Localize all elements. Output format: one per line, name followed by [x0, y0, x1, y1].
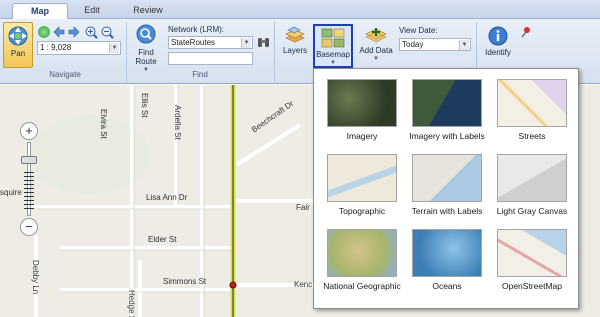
street-label: Elder St [148, 235, 177, 244]
basemap-label: Streets [518, 131, 546, 141]
network-select[interactable]: StateRoutes ▼ [168, 36, 253, 49]
pan-button[interactable]: Pan [3, 22, 33, 68]
zoom-slider-ticks [24, 172, 34, 210]
network-label: Network (LRM): [168, 25, 225, 34]
basemap-oceans[interactable]: Oceans [407, 229, 487, 291]
view-date-select[interactable]: Today ▼ [399, 38, 471, 51]
basemap-label: Topographic [338, 206, 386, 216]
navigate-group-label: Navigate [49, 70, 81, 79]
basemap-label: Light Gray Canvas [496, 206, 568, 216]
chevron-down-icon: ▼ [459, 40, 469, 50]
basemap-label: National Geographic [323, 281, 401, 291]
back-arrow-icon[interactable] [53, 26, 65, 38]
basemap-thumbnail [327, 154, 397, 202]
zoom-slider[interactable]: + − [20, 122, 44, 236]
basemap-thumbnail [327, 79, 397, 127]
add-data-icon [365, 28, 387, 43]
basemap-topographic[interactable]: Topographic [322, 154, 402, 216]
pan-label: Pan [10, 49, 26, 58]
basemap-thumbnail [412, 229, 482, 277]
basemap-label: OpenStreetMap [501, 281, 562, 291]
tab-review[interactable]: Review [126, 3, 170, 19]
basemap-national-geographic[interactable]: National Geographic [322, 229, 402, 291]
street-label: Simmons St [163, 277, 207, 286]
street-label: Fair [296, 203, 310, 212]
identify-button[interactable]: Identify [480, 26, 516, 66]
identify-label: Identify [485, 48, 511, 57]
basemap-thumbnail [497, 229, 567, 277]
layers-button[interactable]: Layers [280, 26, 310, 66]
basemap-streets[interactable]: Streets [492, 79, 572, 141]
info-icon [488, 26, 508, 46]
group-divider [126, 22, 127, 82]
basemap-grid-icon [321, 28, 345, 48]
street-label: Ellis St [140, 93, 149, 118]
basemap-terrain-with-labels[interactable]: Terrain with Labels [407, 154, 487, 216]
chevron-down-icon: ▼ [241, 38, 251, 48]
ribbon-tab-bar: Map Edit Review [0, 0, 600, 19]
street-label: Debby Ln [31, 260, 40, 295]
pushpin-icon[interactable] [520, 26, 532, 38]
chevron-down-icon: ▼ [109, 43, 119, 53]
basemap-imagery-with-labels[interactable]: Imagery with Labels [407, 79, 487, 141]
find-route-button[interactable]: Find Route ▼ [132, 24, 160, 73]
basemap-thumbnail [412, 79, 482, 127]
basemap-label: Terrain with Labels [411, 206, 483, 216]
basemap-thumbnail [497, 154, 567, 202]
search-icon [136, 24, 156, 44]
zoom-out-icon[interactable] [101, 26, 114, 39]
basemap-label: Imagery [346, 131, 378, 141]
layers-icon [285, 26, 305, 43]
find-group-label: Find [192, 70, 208, 79]
layers-label: Layers [282, 46, 307, 55]
view-date-label: View Date: [399, 26, 438, 35]
zoom-out-button[interactable]: − [20, 218, 38, 236]
add-data-button[interactable]: Add Data ▼ [358, 26, 394, 68]
basemap-button[interactable]: Basemap ▼ [313, 24, 353, 68]
basemap-thumbnail [412, 154, 482, 202]
group-divider [274, 22, 275, 82]
tab-edit[interactable]: Edit [72, 3, 112, 19]
find-route-label: Find Route [135, 48, 157, 66]
basemap-label: Imagery with Labels [409, 131, 485, 141]
scale-dropdown[interactable]: 1 : 9,028 ▼ [37, 41, 121, 55]
zoom-in-button[interactable]: + [20, 122, 38, 140]
binoculars-icon[interactable] [257, 36, 270, 48]
forward-arrow-icon[interactable] [68, 26, 80, 38]
street-label: Kenc [294, 280, 313, 289]
full-extent-globe-icon[interactable] [38, 26, 50, 38]
basemap-light-gray-canvas[interactable]: Light Gray Canvas [492, 154, 572, 216]
street-label: Ardella St [173, 105, 182, 140]
chevron-down-icon: ▼ [373, 56, 379, 62]
basemap-thumbnail [497, 79, 567, 127]
zoom-in-icon[interactable] [85, 26, 98, 39]
pan-icon [8, 26, 28, 46]
view-date-value: Today [402, 40, 424, 49]
street-label: Hedge St [127, 290, 136, 317]
street-label: squire [0, 188, 22, 197]
basemap-imagery[interactable]: Imagery [322, 79, 402, 141]
basemap-label: Oceans [432, 281, 462, 291]
network-value: StateRoutes [171, 38, 216, 47]
route-input[interactable] [168, 52, 253, 65]
basemap-label: Basemap [316, 50, 350, 59]
basemap-thumbnail [327, 229, 397, 277]
street-label: Elvira St [99, 109, 108, 139]
zoom-slider-handle[interactable] [21, 156, 37, 164]
basemap-gallery: Imagery Imagery with Labels Streets Topo… [313, 68, 579, 309]
chevron-down-icon: ▼ [330, 60, 336, 66]
chevron-down-icon: ▼ [143, 67, 149, 73]
tab-map[interactable]: Map [12, 3, 68, 19]
scale-value: 1 : 9,028 [40, 43, 72, 52]
basemap-openstreetmap[interactable]: OpenStreetMap [492, 229, 572, 291]
add-data-label: Add Data [359, 46, 393, 55]
street-label: Lisa Ann Dr [146, 193, 188, 202]
